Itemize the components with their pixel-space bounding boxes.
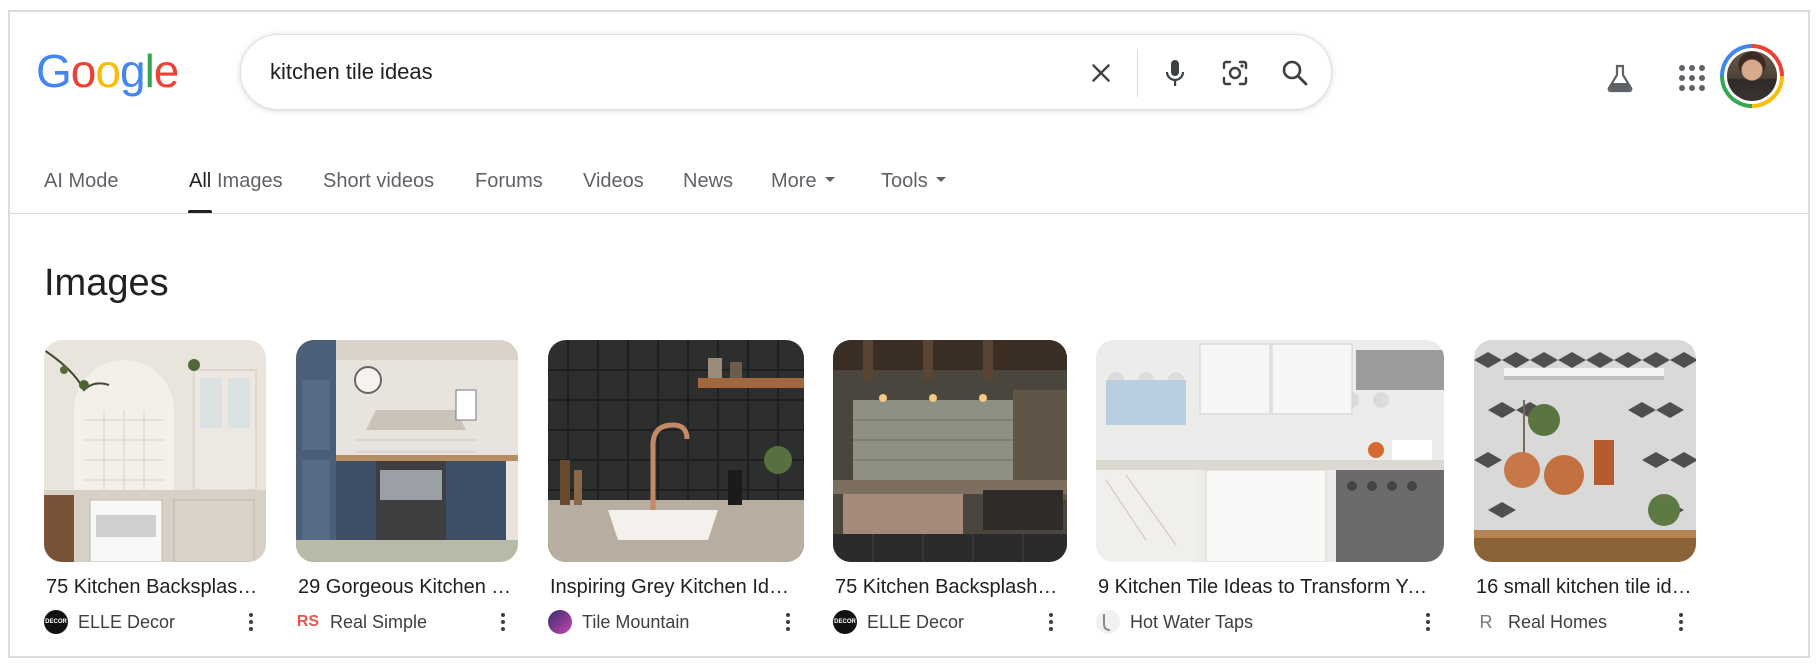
favicon-text: DECOR: [834, 619, 856, 625]
tab-images[interactable]: Images: [217, 170, 283, 193]
source-name: Tile Mountain: [582, 611, 690, 632]
result-title[interactable]: 16 small kitchen tile ideas: [1476, 576, 1694, 599]
logo-letter: o: [70, 45, 97, 97]
result-title[interactable]: 75 Kitchen Backsplash Ideas: [46, 576, 264, 599]
tab-tools-label: Tools: [881, 170, 928, 192]
elle-decor-favicon: DECOR: [44, 610, 68, 634]
account-avatar[interactable]: [1720, 44, 1784, 108]
section-title: Images: [44, 262, 169, 304]
tab-all[interactable]: All: [189, 170, 211, 193]
result-source[interactable]: R Real Homes: [1474, 608, 1607, 636]
result-thumbnail[interactable]: [44, 340, 266, 562]
source-name: Real Homes: [1508, 611, 1608, 632]
real-homes-favicon: R: [1474, 610, 1498, 634]
favicon-text: R: [1479, 611, 1493, 632]
logo-letter: o: [95, 45, 121, 97]
logo-letter: l: [144, 45, 155, 97]
real-simple-favicon: RS: [296, 610, 320, 634]
result-source[interactable]: Tile Mountain: [548, 608, 689, 636]
tile-mountain-favicon: [548, 610, 572, 634]
source-name: Real Simple: [330, 611, 428, 632]
source-name: ELLE Decor: [78, 611, 176, 632]
more-options-icon[interactable]: [1041, 608, 1061, 636]
microphone-icon[interactable]: [1155, 53, 1195, 93]
result-title[interactable]: Inspiring Grey Kitchen Ideas: [550, 576, 794, 599]
chevron-down-icon: [824, 177, 835, 183]
close-icon[interactable]: [1081, 53, 1121, 93]
hot-water-taps-favicon: [1096, 610, 1120, 634]
tabs-divider: [10, 213, 1810, 214]
apps-grid-icon[interactable]: [1670, 56, 1714, 100]
google-logo[interactable]: Google: [36, 45, 180, 97]
result-source[interactable]: DECOR ELLE Decor: [833, 608, 964, 636]
result-thumbnail[interactable]: [833, 340, 1067, 562]
result-source[interactable]: Hot Water Taps: [1096, 608, 1253, 636]
tab-more-label: More: [771, 170, 817, 192]
result-thumbnail[interactable]: [1096, 340, 1444, 562]
result-thumbnail[interactable]: [296, 340, 518, 562]
elle-decor-favicon: DECOR: [833, 610, 857, 634]
more-options-icon[interactable]: [241, 608, 261, 636]
result-source[interactable]: RS Real Simple: [296, 608, 427, 636]
search-box[interactable]: kitchen tile ideas: [240, 34, 1332, 110]
result-thumbnail[interactable]: [548, 340, 804, 562]
logo-letter: e: [153, 45, 180, 97]
logo-letter: G: [36, 45, 72, 97]
favicon-text: RS: [296, 613, 320, 630]
result-title[interactable]: 75 Kitchen Backsplash Ideas: [835, 576, 1061, 599]
search-icon[interactable]: [1275, 53, 1315, 93]
avatar-photo: [1727, 51, 1777, 101]
search-divider: [1137, 49, 1138, 97]
more-options-icon[interactable]: [1671, 608, 1691, 636]
tab-tools[interactable]: Tools: [881, 170, 946, 193]
tab-more[interactable]: More: [771, 170, 835, 193]
tab-forums[interactable]: Forums: [475, 170, 543, 193]
logo-letter: g: [119, 45, 146, 97]
tab-short-videos[interactable]: Short videos: [323, 170, 434, 193]
chevron-down-icon: [935, 177, 946, 183]
more-options-icon[interactable]: [778, 608, 798, 636]
result-source[interactable]: DECOR ELLE Decor: [44, 608, 175, 636]
tab-news[interactable]: News: [683, 170, 733, 193]
result-title[interactable]: 29 Gorgeous Kitchen Tile Ideas: [298, 576, 516, 599]
more-options-icon[interactable]: [1418, 608, 1438, 636]
labs-flask-icon[interactable]: [1598, 56, 1642, 100]
result-thumbnail[interactable]: [1474, 340, 1696, 562]
more-options-icon[interactable]: [493, 608, 513, 636]
avatar-ring-inner: [1724, 48, 1780, 104]
tab-ai-mode[interactable]: AI Mode: [44, 170, 118, 193]
result-title[interactable]: 9 Kitchen Tile Ideas to Transform Your S…: [1098, 576, 1434, 599]
source-name: ELLE Decor: [867, 611, 965, 632]
lens-icon[interactable]: [1215, 53, 1255, 93]
favicon-text: DECOR: [45, 619, 67, 625]
tab-videos[interactable]: Videos: [583, 170, 644, 193]
source-name: Hot Water Taps: [1130, 611, 1254, 632]
search-input[interactable]: kitchen tile ideas: [270, 59, 433, 85]
